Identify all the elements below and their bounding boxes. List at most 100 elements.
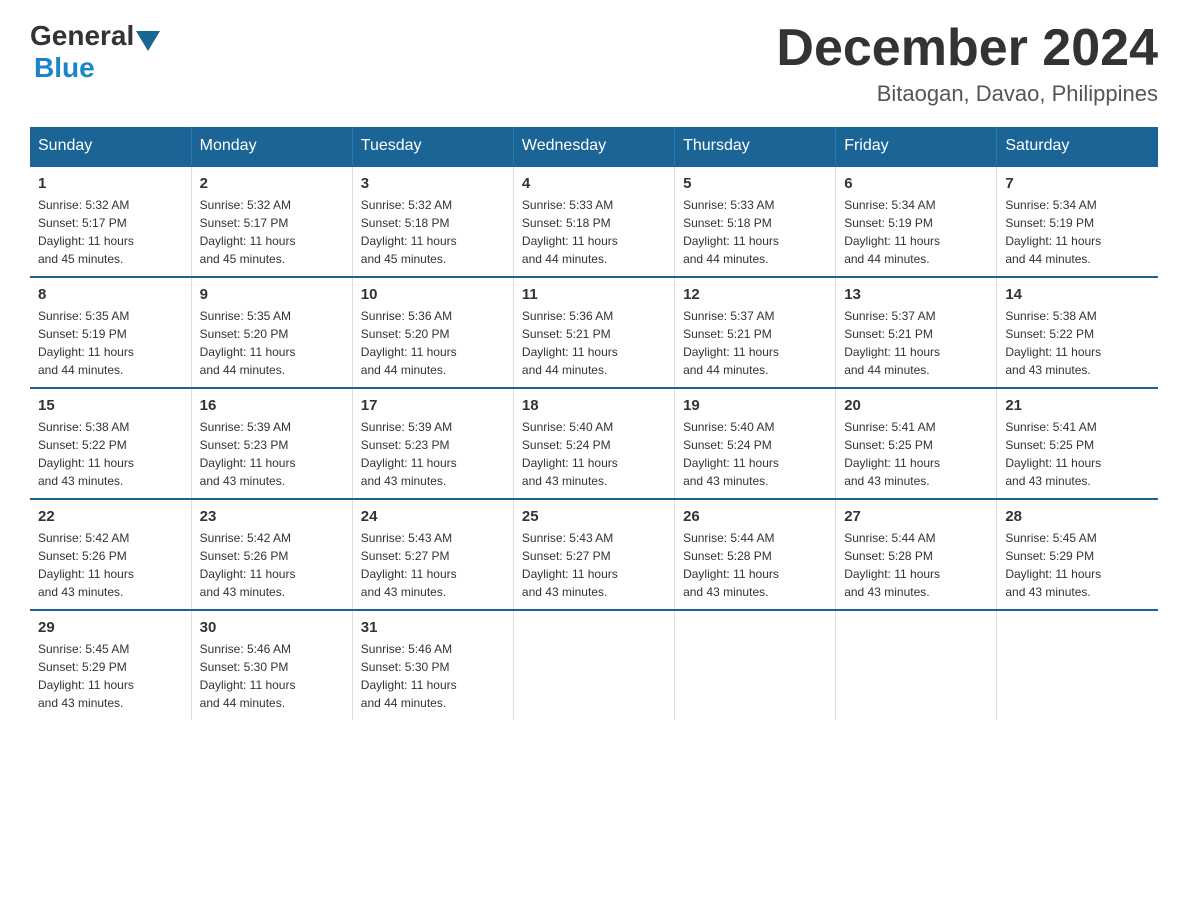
day-info: Sunrise: 5:40 AM Sunset: 5:24 PM Dayligh…	[683, 418, 827, 490]
calendar-cell	[675, 610, 836, 720]
calendar-cell: 24 Sunrise: 5:43 AM Sunset: 5:27 PM Dayl…	[352, 499, 513, 610]
calendar-body: 1 Sunrise: 5:32 AM Sunset: 5:17 PM Dayli…	[30, 166, 1158, 720]
header-day-sunday: Sunday	[30, 127, 191, 166]
day-info: Sunrise: 5:34 AM Sunset: 5:19 PM Dayligh…	[1005, 196, 1150, 268]
day-info: Sunrise: 5:32 AM Sunset: 5:17 PM Dayligh…	[200, 196, 344, 268]
day-number: 20	[844, 397, 988, 414]
calendar-cell: 3 Sunrise: 5:32 AM Sunset: 5:18 PM Dayli…	[352, 166, 513, 277]
day-number: 25	[522, 508, 666, 525]
calendar-cell: 20 Sunrise: 5:41 AM Sunset: 5:25 PM Dayl…	[836, 388, 997, 499]
day-info: Sunrise: 5:37 AM Sunset: 5:21 PM Dayligh…	[683, 307, 827, 379]
day-number: 26	[683, 508, 827, 525]
day-number: 28	[1005, 508, 1150, 525]
day-info: Sunrise: 5:36 AM Sunset: 5:20 PM Dayligh…	[361, 307, 505, 379]
day-number: 2	[200, 175, 344, 192]
week-row-4: 22 Sunrise: 5:42 AM Sunset: 5:26 PM Dayl…	[30, 499, 1158, 610]
day-number: 13	[844, 286, 988, 303]
calendar-cell: 7 Sunrise: 5:34 AM Sunset: 5:19 PM Dayli…	[997, 166, 1158, 277]
day-number: 9	[200, 286, 344, 303]
week-row-2: 8 Sunrise: 5:35 AM Sunset: 5:19 PM Dayli…	[30, 277, 1158, 388]
calendar-cell	[836, 610, 997, 720]
day-number: 23	[200, 508, 344, 525]
day-number: 15	[38, 397, 183, 414]
calendar-cell: 2 Sunrise: 5:32 AM Sunset: 5:17 PM Dayli…	[191, 166, 352, 277]
page-header: General Blue December 2024 Bitaogan, Dav…	[30, 20, 1158, 107]
calendar-cell: 10 Sunrise: 5:36 AM Sunset: 5:20 PM Dayl…	[352, 277, 513, 388]
calendar-cell: 16 Sunrise: 5:39 AM Sunset: 5:23 PM Dayl…	[191, 388, 352, 499]
day-info: Sunrise: 5:33 AM Sunset: 5:18 PM Dayligh…	[522, 196, 666, 268]
day-number: 29	[38, 619, 183, 636]
calendar-cell: 28 Sunrise: 5:45 AM Sunset: 5:29 PM Dayl…	[997, 499, 1158, 610]
header-day-thursday: Thursday	[675, 127, 836, 166]
calendar-cell: 30 Sunrise: 5:46 AM Sunset: 5:30 PM Dayl…	[191, 610, 352, 720]
day-info: Sunrise: 5:42 AM Sunset: 5:26 PM Dayligh…	[38, 529, 183, 601]
day-number: 4	[522, 175, 666, 192]
day-info: Sunrise: 5:44 AM Sunset: 5:28 PM Dayligh…	[683, 529, 827, 601]
day-number: 24	[361, 508, 505, 525]
day-number: 27	[844, 508, 988, 525]
day-info: Sunrise: 5:39 AM Sunset: 5:23 PM Dayligh…	[361, 418, 505, 490]
calendar-cell: 4 Sunrise: 5:33 AM Sunset: 5:18 PM Dayli…	[513, 166, 674, 277]
calendar-cell: 27 Sunrise: 5:44 AM Sunset: 5:28 PM Dayl…	[836, 499, 997, 610]
calendar-cell: 11 Sunrise: 5:36 AM Sunset: 5:21 PM Dayl…	[513, 277, 674, 388]
day-info: Sunrise: 5:38 AM Sunset: 5:22 PM Dayligh…	[1005, 307, 1150, 379]
calendar-cell: 9 Sunrise: 5:35 AM Sunset: 5:20 PM Dayli…	[191, 277, 352, 388]
day-info: Sunrise: 5:38 AM Sunset: 5:22 PM Dayligh…	[38, 418, 183, 490]
calendar-cell: 1 Sunrise: 5:32 AM Sunset: 5:17 PM Dayli…	[30, 166, 191, 277]
logo-top: General	[30, 20, 162, 52]
calendar-cell: 22 Sunrise: 5:42 AM Sunset: 5:26 PM Dayl…	[30, 499, 191, 610]
day-info: Sunrise: 5:43 AM Sunset: 5:27 PM Dayligh…	[361, 529, 505, 601]
calendar-cell: 21 Sunrise: 5:41 AM Sunset: 5:25 PM Dayl…	[997, 388, 1158, 499]
calendar-cell: 31 Sunrise: 5:46 AM Sunset: 5:30 PM Dayl…	[352, 610, 513, 720]
day-number: 30	[200, 619, 344, 636]
day-info: Sunrise: 5:40 AM Sunset: 5:24 PM Dayligh…	[522, 418, 666, 490]
day-number: 10	[361, 286, 505, 303]
header-day-wednesday: Wednesday	[513, 127, 674, 166]
day-info: Sunrise: 5:35 AM Sunset: 5:19 PM Dayligh…	[38, 307, 183, 379]
header-day-saturday: Saturday	[997, 127, 1158, 166]
day-number: 22	[38, 508, 183, 525]
day-info: Sunrise: 5:32 AM Sunset: 5:18 PM Dayligh…	[361, 196, 505, 268]
day-info: Sunrise: 5:39 AM Sunset: 5:23 PM Dayligh…	[200, 418, 344, 490]
calendar-cell: 17 Sunrise: 5:39 AM Sunset: 5:23 PM Dayl…	[352, 388, 513, 499]
day-number: 7	[1005, 175, 1150, 192]
day-number: 31	[361, 619, 505, 636]
header-day-friday: Friday	[836, 127, 997, 166]
logo-triangle-icon	[136, 31, 160, 51]
calendar-cell: 26 Sunrise: 5:44 AM Sunset: 5:28 PM Dayl…	[675, 499, 836, 610]
calendar-cell: 13 Sunrise: 5:37 AM Sunset: 5:21 PM Dayl…	[836, 277, 997, 388]
day-info: Sunrise: 5:42 AM Sunset: 5:26 PM Dayligh…	[200, 529, 344, 601]
logo-general-text: General	[30, 20, 134, 52]
logo-blue-text: Blue	[34, 52, 95, 84]
day-info: Sunrise: 5:43 AM Sunset: 5:27 PM Dayligh…	[522, 529, 666, 601]
day-number: 8	[38, 286, 183, 303]
calendar-cell: 12 Sunrise: 5:37 AM Sunset: 5:21 PM Dayl…	[675, 277, 836, 388]
calendar-cell: 19 Sunrise: 5:40 AM Sunset: 5:24 PM Dayl…	[675, 388, 836, 499]
day-info: Sunrise: 5:34 AM Sunset: 5:19 PM Dayligh…	[844, 196, 988, 268]
day-info: Sunrise: 5:41 AM Sunset: 5:25 PM Dayligh…	[1005, 418, 1150, 490]
day-number: 19	[683, 397, 827, 414]
day-info: Sunrise: 5:45 AM Sunset: 5:29 PM Dayligh…	[1005, 529, 1150, 601]
title-area: December 2024 Bitaogan, Davao, Philippin…	[776, 20, 1158, 107]
calendar-cell: 23 Sunrise: 5:42 AM Sunset: 5:26 PM Dayl…	[191, 499, 352, 610]
day-info: Sunrise: 5:41 AM Sunset: 5:25 PM Dayligh…	[844, 418, 988, 490]
day-info: Sunrise: 5:36 AM Sunset: 5:21 PM Dayligh…	[522, 307, 666, 379]
month-year-title: December 2024	[776, 20, 1158, 77]
week-row-5: 29 Sunrise: 5:45 AM Sunset: 5:29 PM Dayl…	[30, 610, 1158, 720]
day-number: 21	[1005, 397, 1150, 414]
calendar-cell: 5 Sunrise: 5:33 AM Sunset: 5:18 PM Dayli…	[675, 166, 836, 277]
calendar-cell: 29 Sunrise: 5:45 AM Sunset: 5:29 PM Dayl…	[30, 610, 191, 720]
location-subtitle: Bitaogan, Davao, Philippines	[776, 81, 1158, 107]
day-number: 3	[361, 175, 505, 192]
day-info: Sunrise: 5:46 AM Sunset: 5:30 PM Dayligh…	[361, 640, 505, 712]
week-row-1: 1 Sunrise: 5:32 AM Sunset: 5:17 PM Dayli…	[30, 166, 1158, 277]
day-info: Sunrise: 5:46 AM Sunset: 5:30 PM Dayligh…	[200, 640, 344, 712]
day-info: Sunrise: 5:37 AM Sunset: 5:21 PM Dayligh…	[844, 307, 988, 379]
day-number: 14	[1005, 286, 1150, 303]
calendar-cell: 25 Sunrise: 5:43 AM Sunset: 5:27 PM Dayl…	[513, 499, 674, 610]
header-day-monday: Monday	[191, 127, 352, 166]
day-number: 1	[38, 175, 183, 192]
calendar-cell: 15 Sunrise: 5:38 AM Sunset: 5:22 PM Dayl…	[30, 388, 191, 499]
day-info: Sunrise: 5:33 AM Sunset: 5:18 PM Dayligh…	[683, 196, 827, 268]
logo: General Blue	[30, 20, 162, 84]
